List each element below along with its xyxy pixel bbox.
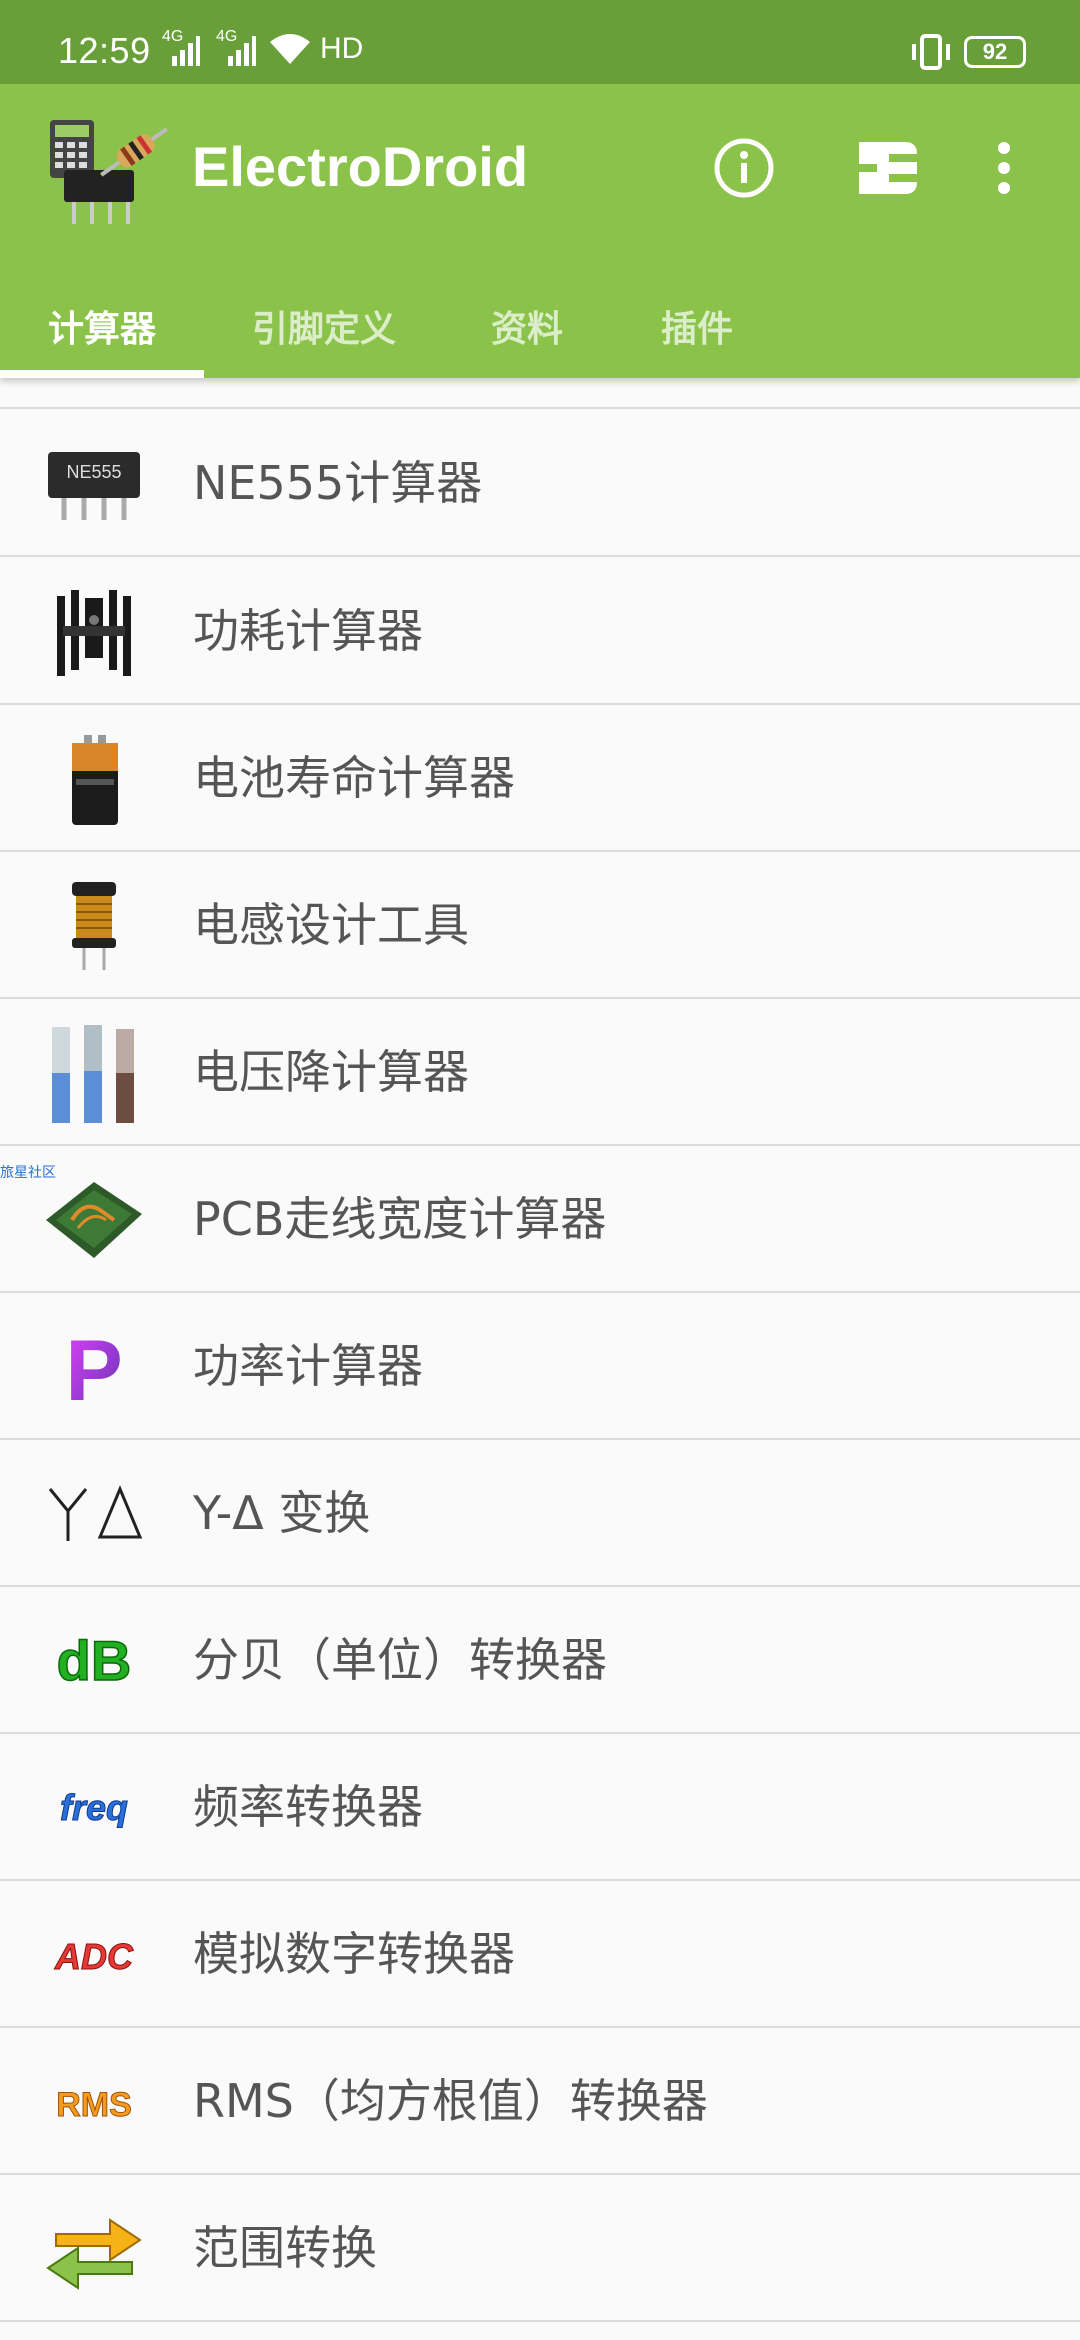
list-item-label: 功率计算器 [193,1339,423,1393]
tab-calculators[interactable]: 计算器 [0,274,204,378]
list-item[interactable]: … [0,378,1080,409]
list-item-label: 模拟数字转换器 [193,1927,515,1981]
list-item[interactable]: PCB走线宽度计算器 [0,1146,1080,1293]
signal-icon-2 [228,36,256,66]
tab-resources[interactable]: 资料 [460,274,594,378]
vibrate-icon [912,34,950,70]
app-logo-icon [50,120,168,224]
list-item-label: … [193,378,239,409]
list-item[interactable]: NE555 NE555计算器 [0,410,1080,557]
app-title: ElectroDroid [192,135,529,198]
adc-text: ADC [54,1936,134,1977]
list-item[interactable]: 电池寿命计算器 [0,705,1080,852]
tab-bar: 计算器 引脚定义 资料 插件 [0,274,1080,378]
list-item-label: 电池寿命计算器 [193,751,515,805]
freq-text: freq [60,1787,128,1828]
overflow-menu-button[interactable] [974,128,1034,208]
rms-icon: RMS [44,2054,144,2150]
db-icon: dB [44,1613,144,1709]
list-item[interactable]: dB 分贝（单位）转换器 [0,1587,1080,1734]
watermark-text: 旅星社区 [0,1165,56,1181]
list-item[interactable]: P 功率计算器 [0,1293,1080,1440]
chip-icon [44,378,144,384]
power-p-icon: P [44,1319,144,1415]
info-button[interactable] [704,128,784,208]
wifi-icon [270,34,310,64]
db-text: dB [57,1629,132,1692]
list-item-label: 范围转换 [193,2221,377,2275]
range-arrows-icon [44,2201,144,2297]
list-item[interactable]: 电感设计工具 [0,852,1080,999]
inductor-icon [44,878,144,974]
list-item-label: NE555计算器 [193,456,483,510]
list-item-label: Y-Δ 变换 [193,1486,371,1540]
adc-icon: ADC [44,1907,144,2003]
app-bar: ElectroDroid 计算器 引脚定义 资料 插件 [0,84,1080,378]
list-item-label: 电感设计工具 [193,898,469,952]
list-item[interactable]: freq 频率转换器 [0,1734,1080,1881]
tab-plugins[interactable]: 插件 [630,274,764,378]
ne555-chip-text: NE555 [66,462,121,482]
battery-icon [44,731,144,827]
calculator-list[interactable]: … NE555 NE555计算器 功耗计算器 [0,378,1080,2340]
pcb-icon [44,1172,144,1268]
plug-icon [859,142,919,194]
active-tab-indicator [0,370,204,378]
status-bar: 12:59 4G 4G HD 92 [0,0,1080,84]
ne555-chip-icon: NE555 [44,436,144,532]
more-vert-icon [998,142,1010,194]
list-item-label: 功耗计算器 [193,604,423,658]
tab-pinouts[interactable]: 引脚定义 [224,274,424,378]
list-item[interactable]: 电压降计算器 [0,999,1080,1146]
y-delta-icon [44,1466,144,1562]
list-item[interactable]: ADC 模拟数字转换器 [0,1881,1080,2028]
list-item-label: 分贝（单位）转换器 [193,1633,607,1687]
list-item[interactable]: 范围转换 [0,2175,1080,2322]
power-p-text: P [65,1323,122,1412]
rms-text: RMS [56,2086,132,2124]
list-item-label: RMS（均方根值）转换器 [193,2074,708,2128]
list-item-label: PCB走线宽度计算器 [193,1192,607,1246]
heatsink-icon [44,584,144,680]
list-item-label: 电压降计算器 [193,1045,469,1099]
battery-indicator: 92 [964,36,1026,68]
list-item[interactable]: Y-Δ 变换 [0,1440,1080,1587]
wire-cables-icon [44,1025,144,1123]
info-icon [714,138,774,198]
list-item[interactable]: 功耗计算器 [0,558,1080,705]
clock: 12:59 [58,30,151,71]
freq-icon: freq [44,1760,144,1856]
plugin-button[interactable] [848,128,928,208]
list-item[interactable]: RMS RMS（均方根值）转换器 [0,2028,1080,2175]
signal-icon [172,36,200,66]
list-item-label: 频率转换器 [193,1780,423,1834]
hd-indicator: HD [320,32,364,65]
